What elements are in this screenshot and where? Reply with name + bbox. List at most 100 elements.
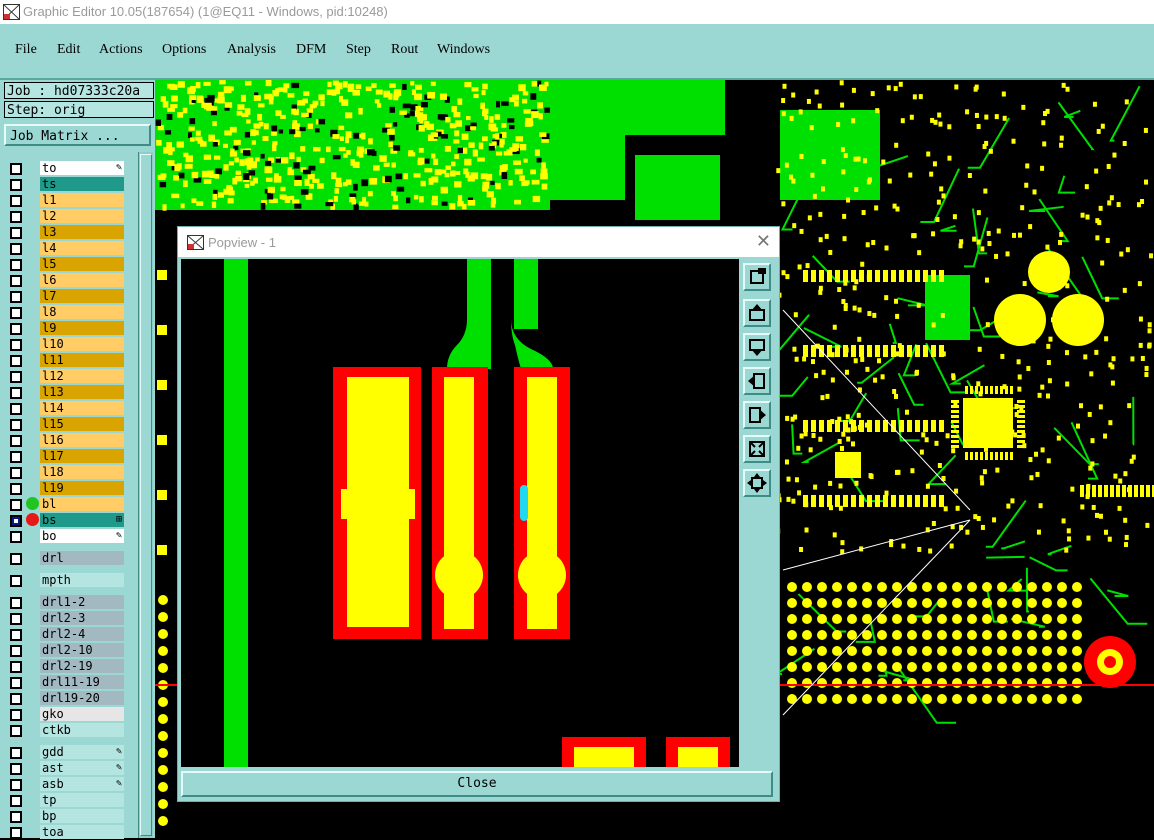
layer-name[interactable]: l2 (40, 209, 124, 223)
menu-step[interactable]: Step (346, 42, 371, 58)
layer-row[interactable]: bp (6, 808, 126, 824)
pan-left-button[interactable] (743, 367, 771, 395)
layer-checkbox[interactable] (10, 553, 22, 565)
close-icon[interactable]: ✕ (756, 231, 771, 252)
job-matrix-button[interactable]: Job Matrix ... (4, 124, 151, 146)
pan-right-button[interactable] (743, 401, 771, 429)
layer-checkbox[interactable] (10, 339, 22, 351)
layer-row[interactable]: drl (6, 550, 126, 566)
layer-name[interactable]: l17 (40, 449, 124, 463)
layer-name[interactable]: drl2-19 (40, 659, 124, 673)
layer-checkbox[interactable] (10, 661, 22, 673)
layer-row[interactable]: l6 (6, 272, 126, 288)
layer-checkbox[interactable] (10, 827, 22, 839)
layer-name[interactable]: drl19-20 (40, 691, 124, 705)
layer-name[interactable]: drl2-3 (40, 611, 124, 625)
menu-windows[interactable]: Windows (437, 42, 490, 58)
layer-row[interactable]: l7 (6, 288, 126, 304)
layer-row[interactable]: drl1-2 (6, 594, 126, 610)
layer-row[interactable]: l15 (6, 416, 126, 432)
layer-name[interactable]: bp (40, 809, 124, 823)
layer-row[interactable]: l12 (6, 368, 126, 384)
layer-name[interactable]: mpth (40, 573, 124, 587)
menu-actions[interactable]: Actions (99, 42, 143, 58)
layer-name[interactable]: l6 (40, 273, 124, 287)
layer-row[interactable]: l5 (6, 256, 126, 272)
layer-checkbox[interactable] (10, 275, 22, 287)
layer-row[interactable]: l9 (6, 320, 126, 336)
layer-checkbox[interactable] (10, 371, 22, 383)
menu-file[interactable]: File (15, 42, 37, 58)
layer-row[interactable]: l16 (6, 432, 126, 448)
layer-checkbox[interactable] (10, 575, 22, 587)
layer-checkbox[interactable] (10, 195, 22, 207)
layer-checkbox[interactable] (10, 179, 22, 191)
layer-checkbox[interactable] (10, 451, 22, 463)
layer-checkbox[interactable] (10, 747, 22, 759)
layer-checkbox[interactable] (10, 323, 22, 335)
layer-row[interactable]: ast✎ (6, 760, 126, 776)
pan-up-button[interactable] (743, 299, 771, 327)
menu-analysis[interactable]: Analysis (227, 42, 276, 58)
layer-name[interactable]: asb✎ (40, 777, 124, 791)
layer-checkbox[interactable] (10, 677, 22, 689)
zoom-out-button[interactable] (743, 469, 771, 497)
layer-name[interactable]: drl2-10 (40, 643, 124, 657)
layer-name[interactable]: l3 (40, 225, 124, 239)
layer-row[interactable]: l2 (6, 208, 126, 224)
zoom-in-button[interactable] (743, 435, 771, 463)
layer-row[interactable]: l4 (6, 240, 126, 256)
layer-row[interactable]: bs⊞ (6, 512, 126, 528)
layer-name[interactable]: l14 (40, 401, 124, 415)
layer-name[interactable]: bs⊞ (40, 513, 124, 527)
scroll-thumb[interactable] (140, 154, 152, 836)
layer-name[interactable]: ctkb (40, 723, 124, 737)
layer-row[interactable]: gdd✎ (6, 744, 126, 760)
layer-checkbox[interactable] (10, 403, 22, 415)
layer-name[interactable]: ts (40, 177, 124, 191)
layer-checkbox[interactable] (10, 211, 22, 223)
layer-checkbox[interactable] (10, 483, 22, 495)
layer-row[interactable]: mpth (6, 572, 126, 588)
layer-name[interactable]: bl (40, 497, 124, 511)
layer-checkbox[interactable] (10, 435, 22, 447)
layer-checkbox[interactable] (10, 467, 22, 479)
layer-row[interactable]: asb✎ (6, 776, 126, 792)
layer-name[interactable]: gko (40, 707, 124, 721)
menu-rout[interactable]: Rout (391, 42, 418, 58)
layer-checkbox[interactable] (10, 243, 22, 255)
layer-name[interactable]: drl11-19 (40, 675, 124, 689)
layer-row[interactable]: ctkb (6, 722, 126, 738)
layer-name[interactable]: l13 (40, 385, 124, 399)
layer-checkbox[interactable] (10, 645, 22, 657)
layer-name[interactable]: l1 (40, 193, 124, 207)
layer-row[interactable]: ts (6, 176, 126, 192)
layer-checkbox[interactable] (10, 227, 22, 239)
layer-row[interactable]: bo✎ (6, 528, 126, 544)
layer-checkbox[interactable] (10, 613, 22, 625)
layer-checkbox[interactable] (10, 693, 22, 705)
layer-checkbox[interactable] (10, 259, 22, 271)
layer-checkbox[interactable] (10, 709, 22, 721)
layer-checkbox[interactable] (10, 779, 22, 791)
menu-options[interactable]: Options (162, 42, 206, 58)
layer-name[interactable]: drl1-2 (40, 595, 124, 609)
layer-row[interactable]: bl (6, 496, 126, 512)
layer-checkbox[interactable] (10, 291, 22, 303)
layer-row[interactable]: l8 (6, 304, 126, 320)
layer-name[interactable]: l16 (40, 433, 124, 447)
layer-checkbox[interactable] (10, 307, 22, 319)
layer-row[interactable]: l17 (6, 448, 126, 464)
layer-name[interactable]: l4 (40, 241, 124, 255)
layer-name[interactable]: ast✎ (40, 761, 124, 775)
layer-scrollbar[interactable] (138, 152, 153, 838)
layer-name[interactable]: l9 (40, 321, 124, 335)
layer-name[interactable]: l12 (40, 369, 124, 383)
layer-row[interactable]: l1 (6, 192, 126, 208)
layer-checkbox[interactable] (10, 355, 22, 367)
pan-down-button[interactable] (743, 333, 771, 361)
layer-checkbox[interactable] (10, 629, 22, 641)
layer-checkbox[interactable] (10, 795, 22, 807)
layer-checkbox[interactable] (10, 597, 22, 609)
layer-row[interactable]: l11 (6, 352, 126, 368)
